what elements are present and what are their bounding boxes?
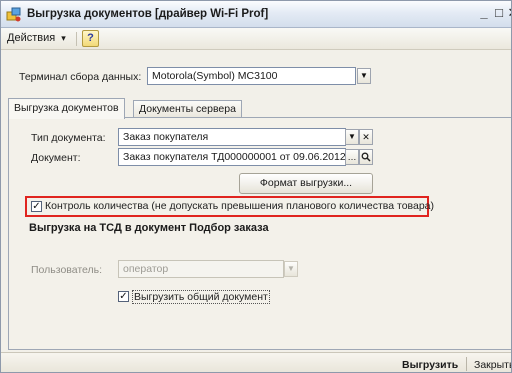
chevron-down-icon: ▼ [287, 264, 295, 273]
help-button[interactable]: ? [82, 30, 99, 47]
document-open-button[interactable] [359, 149, 373, 165]
quantity-control-checkbox[interactable]: ✓ [31, 201, 42, 212]
export-documents-window: Выгрузка документов [драйвер Wi-Fi Prof]… [0, 0, 512, 373]
menu-separator [76, 32, 77, 46]
checkmark-icon: ✓ [119, 291, 128, 302]
actions-menu[interactable]: Действия ▾ [7, 32, 66, 46]
export-common-label: Выгрузить общий документ [132, 290, 270, 304]
close-window-button[interactable]: ✕ [506, 5, 511, 21]
section-title: Выгрузка на ТСД в документ Подбор заказа [29, 222, 269, 234]
bottom-bar: Выгрузить Закрыть [1, 352, 511, 372]
doc-type-clear-button[interactable]: ✕ [359, 129, 373, 145]
actions-menu-label: Действия [7, 32, 56, 44]
title-bar: Выгрузка документов [драйвер Wi-Fi Prof]… [1, 1, 511, 28]
minimize-button[interactable]: _ [477, 5, 491, 20]
user-field[interactable]: оператор [118, 260, 284, 278]
footer-separator [466, 357, 467, 371]
doc-type-label: Тип документа: [31, 132, 106, 144]
chevron-down-icon: ▾ [61, 33, 66, 43]
magnifier-icon [361, 152, 371, 162]
ellipsis-icon: … [347, 152, 357, 162]
user-label: Пользователь: [31, 264, 103, 276]
terminal-select[interactable]: Motorola(Symbol) MC3100 [147, 67, 356, 85]
terminal-dropdown-button[interactable]: ▼ [357, 68, 371, 84]
terminal-label: Терминал сбора данных: [19, 71, 142, 83]
quantity-control-label: Контроль количества (не допускать превыш… [45, 200, 435, 212]
export-common-checkbox[interactable]: ✓ [118, 291, 129, 302]
doc-type-field[interactable]: Заказ покупателя [118, 128, 346, 146]
tab-export-documents[interactable]: Выгрузка документов [8, 98, 125, 119]
maximize-button[interactable]: □ [492, 5, 506, 20]
checkmark-icon: ✓ [32, 201, 41, 212]
window-title: Выгрузка документов [драйвер Wi-Fi Prof] [27, 8, 269, 20]
document-field[interactable]: Заказ покупателя ТД000000001 от 09.06.20… [118, 148, 346, 166]
export-button[interactable]: Выгрузить [402, 359, 458, 371]
user-dropdown-button[interactable]: ▼ [284, 261, 298, 277]
export-format-button[interactable]: Формат выгрузки... [239, 173, 373, 194]
document-select-button[interactable]: … [345, 149, 359, 165]
chevron-down-icon: ▼ [348, 132, 356, 141]
document-label: Документ: [31, 152, 81, 164]
chevron-down-icon: ▼ [360, 71, 368, 80]
menu-bar: Действия ▾ ? [1, 28, 511, 50]
doc-type-dropdown-button[interactable]: ▼ [345, 129, 359, 145]
tab-server-documents[interactable]: Документы сервера [133, 100, 242, 118]
app-icon [6, 7, 21, 22]
close-icon: ✕ [362, 132, 370, 142]
close-button[interactable]: Закрыть [474, 359, 511, 371]
